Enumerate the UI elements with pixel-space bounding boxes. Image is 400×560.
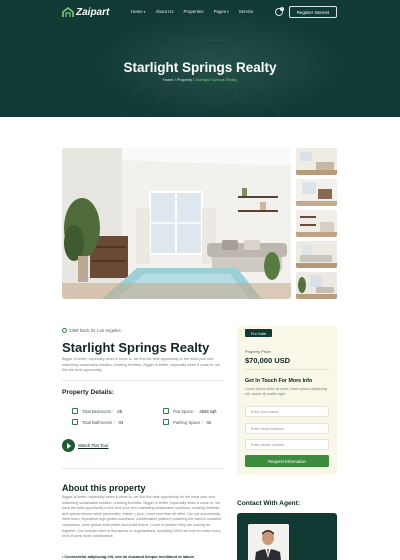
detail-label: Flat Space : xyxy=(173,408,196,414)
divider xyxy=(62,380,224,381)
logo[interactable]: Zaipart xyxy=(62,6,109,18)
nav-item-about[interactable]: About Us xyxy=(155,9,173,14)
nav-item-label: About Us xyxy=(155,9,174,14)
address-text: 2369 Dock St, Los Angeles xyxy=(69,328,121,333)
property-address: 2369 Dock St, Los Angeles xyxy=(62,328,121,333)
cart-button[interactable]: 0 xyxy=(275,7,284,16)
gallery-thumb[interactable] xyxy=(296,179,337,206)
detail-flat-space: Flat Space : 3848 sqft xyxy=(163,408,217,414)
breadcrumb-property[interactable]: Property xyxy=(177,77,192,82)
property-intro: Bigger is better, especially when it com… xyxy=(62,357,220,373)
for-sale-badge: For Sale xyxy=(245,329,272,337)
gallery-thumb[interactable] xyxy=(296,272,337,299)
name-field[interactable]: Enter your name xyxy=(245,406,329,417)
detail-value: 3848 sqft xyxy=(199,408,217,414)
nav-menu: Home ▾ About Us Properties Pages ▾ Servi… xyxy=(131,9,263,14)
logo-house-icon xyxy=(62,6,74,17)
play-icon xyxy=(62,439,75,452)
top-nav: Zaipart Home ▾ About Us Properties Pages… xyxy=(0,0,400,24)
detail-value: 03 xyxy=(118,419,124,425)
agent-photo-image xyxy=(248,524,289,560)
gallery-thumb[interactable] xyxy=(296,210,337,237)
nav-item-label: Service xyxy=(238,9,254,14)
map-pin-icon xyxy=(62,328,67,333)
detail-value: 02 xyxy=(206,419,212,425)
contact-form-text: Lorem ipsum dolor sit amet, lorem ipsum … xyxy=(245,387,327,396)
breadcrumb: Home / Property / Starlight Springs Real… xyxy=(0,77,400,82)
detail-bedrooms: Total Bedrooms : 05 xyxy=(72,408,122,414)
contact-form-title: Get In Touch For More Info xyxy=(245,378,313,384)
room-thumb-image xyxy=(296,179,337,206)
tour-label: Watch Flat Tour xyxy=(78,443,109,448)
breadcrumb-current: Starlight Springs Realty xyxy=(195,77,238,82)
agent-card xyxy=(237,513,337,560)
details-title: Property Details: xyxy=(62,389,115,396)
agent-avatar[interactable] xyxy=(248,524,289,560)
property-price: $70,000 USD xyxy=(245,356,291,365)
email-field[interactable]: Enter email address xyxy=(245,423,329,434)
nav-item-label: Pages xyxy=(213,9,227,14)
logo-text: Zaipart xyxy=(76,6,110,18)
price-label: Property Price: xyxy=(245,349,272,354)
bed-icon xyxy=(72,408,78,414)
car-icon xyxy=(163,419,169,425)
sofa-thumb-image xyxy=(296,241,337,268)
detail-bathrooms: Total Bathrooms : 03 xyxy=(72,419,123,425)
feature-bullet: • Consectetur adipiscing elit, sed do ei… xyxy=(62,555,196,559)
gallery-thumb[interactable] xyxy=(296,241,337,268)
chevron-down-icon: ▾ xyxy=(143,9,146,14)
living-thumb-image xyxy=(296,272,337,299)
page-title: Starlight Springs Realty xyxy=(123,60,277,75)
detail-value: 05 xyxy=(117,408,123,414)
gallery-thumb[interactable] xyxy=(296,148,337,175)
request-information-button[interactable]: Request Information xyxy=(245,455,329,467)
divider xyxy=(62,468,224,469)
nav-item-label: Home xyxy=(131,9,143,14)
contact-agent-title: Contact With Agent: xyxy=(237,500,301,507)
chevron-down-icon: ▾ xyxy=(227,9,229,14)
nav-item-properties[interactable]: Properties xyxy=(184,9,204,14)
watch-tour-link[interactable]: Watch Flat Tour xyxy=(62,439,109,452)
hero-banner: Zaipart Home ▾ About Us Properties Pages… xyxy=(0,0,400,117)
bedroom-thumb-image xyxy=(296,148,337,175)
nav-item-label: Properties xyxy=(183,9,204,14)
about-text: Bigger is better, especially when it com… xyxy=(62,495,222,539)
breadcrumb-home[interactable]: Home xyxy=(163,77,174,82)
nav-item-service[interactable]: Service xyxy=(239,9,254,14)
detail-label: Parking Space : xyxy=(173,419,203,425)
phone-field[interactable]: Enter phone number xyxy=(245,439,329,450)
living-room-image xyxy=(62,148,291,299)
nav-item-pages[interactable]: Pages ▾ xyxy=(214,9,229,14)
bath-icon xyxy=(72,419,78,425)
divider xyxy=(245,369,329,370)
property-title: Starlight Springs Realty xyxy=(62,340,210,355)
cart-count-badge: 0 xyxy=(280,7,284,11)
about-title: About this property xyxy=(62,483,146,493)
main-property-photo[interactable] xyxy=(62,148,291,299)
shelf-thumb-image xyxy=(296,210,337,237)
nav-item-home[interactable]: Home ▾ xyxy=(131,9,145,14)
detail-parking: Parking Space : 02 xyxy=(163,419,211,425)
detail-label: Total Bedrooms : xyxy=(82,408,114,414)
area-icon xyxy=(163,408,169,414)
register-interest-button[interactable]: Register Interest xyxy=(289,6,337,18)
detail-label: Total Bathrooms : xyxy=(82,419,115,425)
